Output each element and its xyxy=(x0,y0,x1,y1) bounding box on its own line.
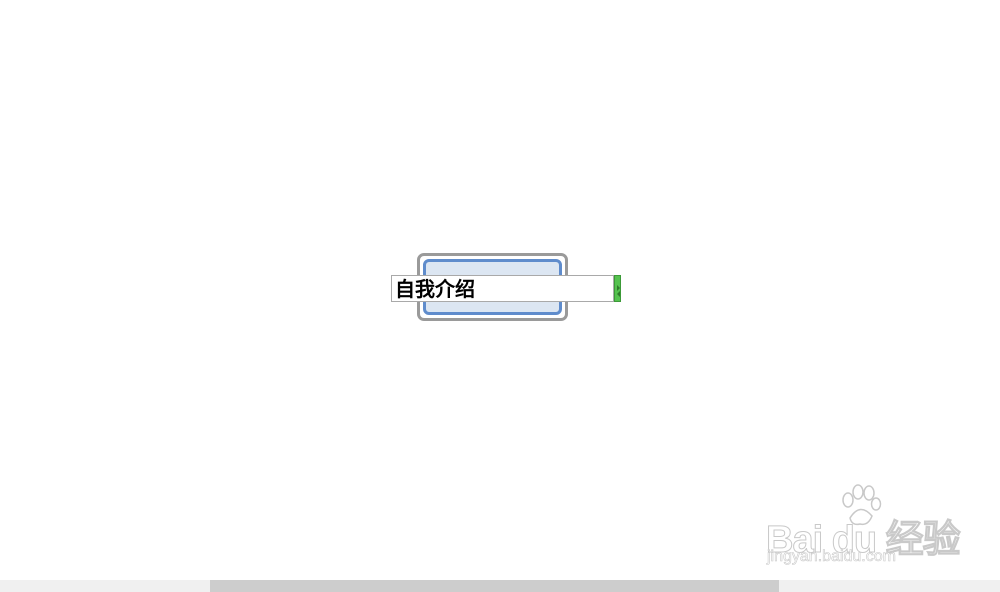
editor-resize-handle[interactable] xyxy=(614,275,621,302)
horizontal-scrollbar-thumb[interactable] xyxy=(210,580,779,592)
resize-handle-icon xyxy=(617,285,620,297)
paw-logo-icon xyxy=(842,484,882,526)
horizontal-scrollbar[interactable] xyxy=(0,580,1000,592)
watermark-url: jingyan.baidu.com xyxy=(767,548,897,566)
baidu-jingyan-watermark: Bai du 经验 jingyan.baidu.com xyxy=(766,484,961,570)
mindmap-canvas[interactable]: 自我介绍 Bai du 经验 jingyan.baidu.com xyxy=(0,0,1000,592)
topic-text-input[interactable]: 自我介绍 xyxy=(395,277,475,301)
topic-text-editor[interactable]: 自我介绍 xyxy=(391,275,614,302)
